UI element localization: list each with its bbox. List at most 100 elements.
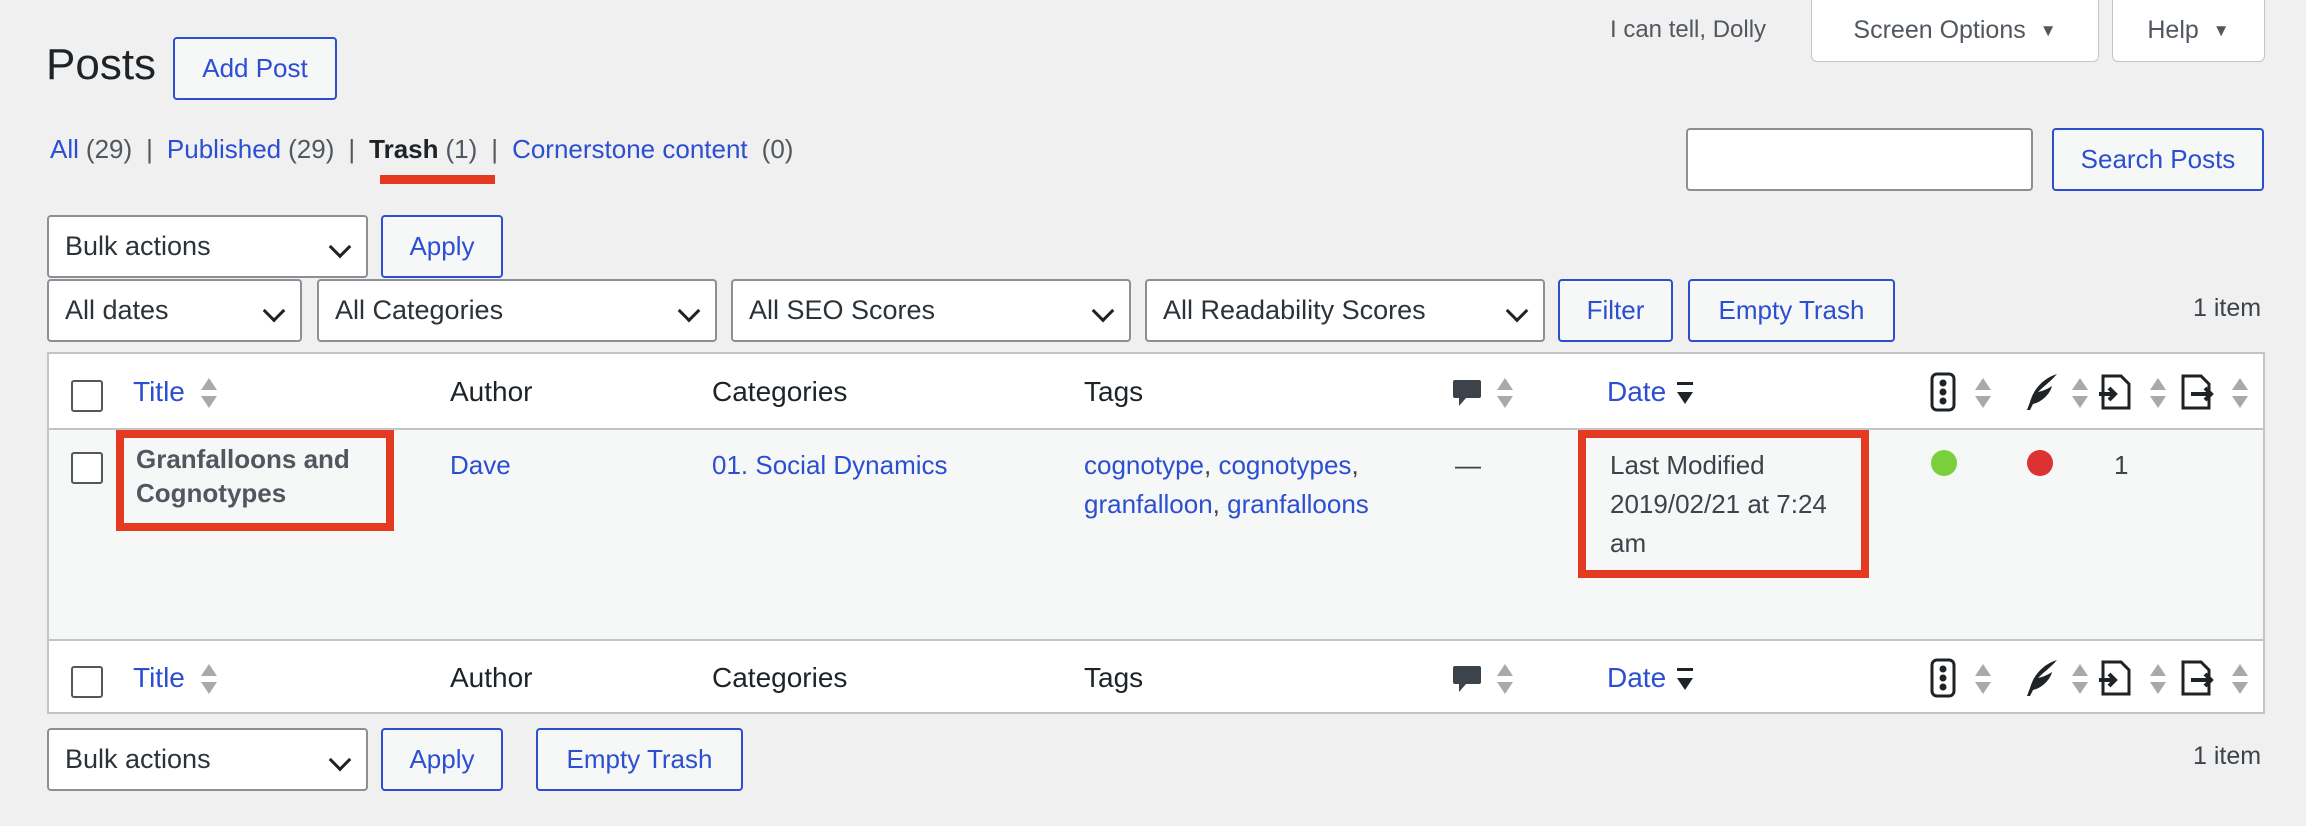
sort-icon: [1975, 378, 1991, 412]
comments-icon[interactable]: [1452, 664, 1482, 696]
category-filter-value: All Categories: [335, 295, 504, 325]
sort-icon: [2150, 664, 2166, 698]
items-count-bottom: 1 item: [2193, 742, 2262, 770]
post-title-line: Cognotypes: [136, 478, 287, 508]
date-filter-value: All dates: [65, 295, 169, 325]
view-trash-count: (1): [445, 134, 478, 164]
sort-icon: [1497, 664, 1513, 698]
view-trash-link[interactable]: Trash: [369, 134, 438, 165]
incoming-links-icon[interactable]: [2177, 658, 2217, 698]
sort-desc-icon: [1677, 664, 1693, 698]
bulk-actions-value: Bulk actions: [65, 231, 211, 261]
post-comments-count: —: [1455, 450, 1481, 480]
tag-link[interactable]: granfalloons: [1227, 489, 1369, 519]
post-author-link[interactable]: Dave: [450, 446, 511, 485]
view-separator: |: [491, 134, 499, 164]
column-author: Author: [450, 662, 533, 693]
sort-icon: [2072, 664, 2088, 698]
view-separator: |: [348, 134, 356, 164]
sort-icon: [1975, 664, 1991, 698]
apply-button-bottom[interactable]: Apply: [381, 728, 503, 791]
column-tags: Tags: [1084, 662, 1144, 693]
sort-icon: [201, 378, 217, 412]
post-title[interactable]: Granfalloons and Cognotypes: [136, 442, 350, 510]
post-date-line: 2019/02/21 at 7:24: [1610, 489, 1827, 519]
screen-options-label: Screen Options: [1853, 16, 2026, 44]
sort-icon: [2232, 378, 2248, 412]
view-published-link[interactable]: Published: [167, 134, 281, 165]
hello-dolly-text: I can tell, Dolly: [1610, 16, 1767, 43]
help-button[interactable]: Help ▼: [2112, 0, 2265, 62]
readability-filter-select[interactable]: All Readability Scores: [1145, 279, 1545, 342]
seo-traffic-light-icon[interactable]: [1929, 372, 1957, 412]
column-categories: Categories: [712, 376, 848, 407]
search-input[interactable]: [1686, 128, 2033, 191]
sort-icon: [2150, 378, 2166, 412]
tag-link[interactable]: cognotype: [1084, 450, 1204, 480]
post-date-line: am: [1610, 528, 1647, 558]
readability-feather-icon[interactable]: [2024, 658, 2060, 698]
readability-status-dot: [2027, 450, 2053, 476]
outgoing-links-icon[interactable]: [2097, 372, 2137, 412]
view-cornerstone-link[interactable]: Cornerstone content: [512, 134, 748, 165]
seo-traffic-light-icon[interactable]: [1929, 658, 1957, 698]
post-status-views: All (29) | Published (29) | Trash (1) | …: [50, 134, 793, 165]
empty-trash-button-bottom[interactable]: Empty Trash: [536, 728, 743, 791]
column-title-sort[interactable]: Title: [133, 376, 185, 408]
filter-button[interactable]: Filter: [1558, 279, 1673, 342]
trash-highlight-underline: [380, 175, 495, 184]
comments-icon[interactable]: [1452, 378, 1482, 410]
tag-link[interactable]: cognotypes: [1218, 450, 1351, 480]
column-title-sort[interactable]: Title: [133, 662, 185, 694]
bulk-actions-value: Bulk actions: [65, 744, 211, 774]
items-count: 1 item: [2193, 294, 2262, 322]
apply-button[interactable]: Apply: [381, 215, 503, 278]
view-cornerstone-count: (0): [761, 134, 794, 164]
column-date-sort[interactable]: Date: [1607, 662, 1666, 694]
post-date: Last Modified 2019/02/21 at 7:24 am: [1610, 446, 1827, 563]
post-links-count: 1: [2114, 450, 2129, 480]
incoming-links-icon[interactable]: [2177, 372, 2217, 412]
search-posts-button[interactable]: Search Posts: [2052, 128, 2264, 191]
post-title-line: Granfalloons and: [136, 444, 350, 474]
post-tags: cognotype, cognotypes, granfalloon, gran…: [1084, 450, 1369, 519]
help-label: Help: [2147, 16, 2199, 44]
select-all-checkbox[interactable]: [71, 380, 103, 412]
bulk-actions-select[interactable]: Bulk actions: [47, 215, 368, 278]
empty-trash-button[interactable]: Empty Trash: [1688, 279, 1895, 342]
column-author: Author: [450, 376, 533, 407]
category-filter-select[interactable]: All Categories: [317, 279, 717, 342]
date-filter-select[interactable]: All dates: [47, 279, 302, 342]
seo-score-filter-select[interactable]: All SEO Scores: [731, 279, 1131, 342]
outgoing-links-icon[interactable]: [2097, 658, 2137, 698]
seo-status-dot: [1931, 450, 1957, 476]
view-separator: |: [146, 134, 153, 164]
sort-icon: [1497, 378, 1513, 412]
table-row: Granfalloons and Cognotypes Dave 01. Soc…: [49, 428, 2263, 641]
posts-table: Title Author Categories Tags Date Granfa…: [47, 352, 2265, 714]
sort-icon: [201, 664, 217, 698]
readability-feather-icon[interactable]: [2024, 372, 2060, 412]
chevron-down-icon: [1505, 299, 1529, 323]
chevron-down-icon: [262, 299, 286, 323]
bulk-actions-select-bottom[interactable]: Bulk actions: [47, 728, 368, 791]
triangle-down-icon: ▼: [2039, 20, 2057, 40]
chevron-down-icon: [328, 748, 352, 772]
row-checkbox[interactable]: [71, 452, 103, 484]
select-all-checkbox-footer[interactable]: [71, 666, 103, 698]
post-date-line: Last Modified: [1610, 450, 1765, 480]
screen-options-button[interactable]: Screen Options ▼: [1811, 0, 2099, 62]
column-categories: Categories: [712, 662, 848, 693]
post-category-link[interactable]: 01. Social Dynamics: [712, 446, 948, 485]
view-published-count: (29): [288, 134, 335, 164]
chevron-down-icon: [677, 299, 701, 323]
sort-icon: [2232, 664, 2248, 698]
tag-link[interactable]: granfalloon: [1084, 489, 1213, 519]
add-post-button[interactable]: Add Post: [173, 37, 337, 100]
sort-desc-icon: [1677, 378, 1693, 412]
column-date-sort[interactable]: Date: [1607, 376, 1666, 408]
chevron-down-icon: [1091, 299, 1115, 323]
view-all-link[interactable]: All: [50, 134, 79, 165]
view-all-count: (29): [85, 134, 133, 164]
readability-filter-value: All Readability Scores: [1163, 295, 1426, 325]
